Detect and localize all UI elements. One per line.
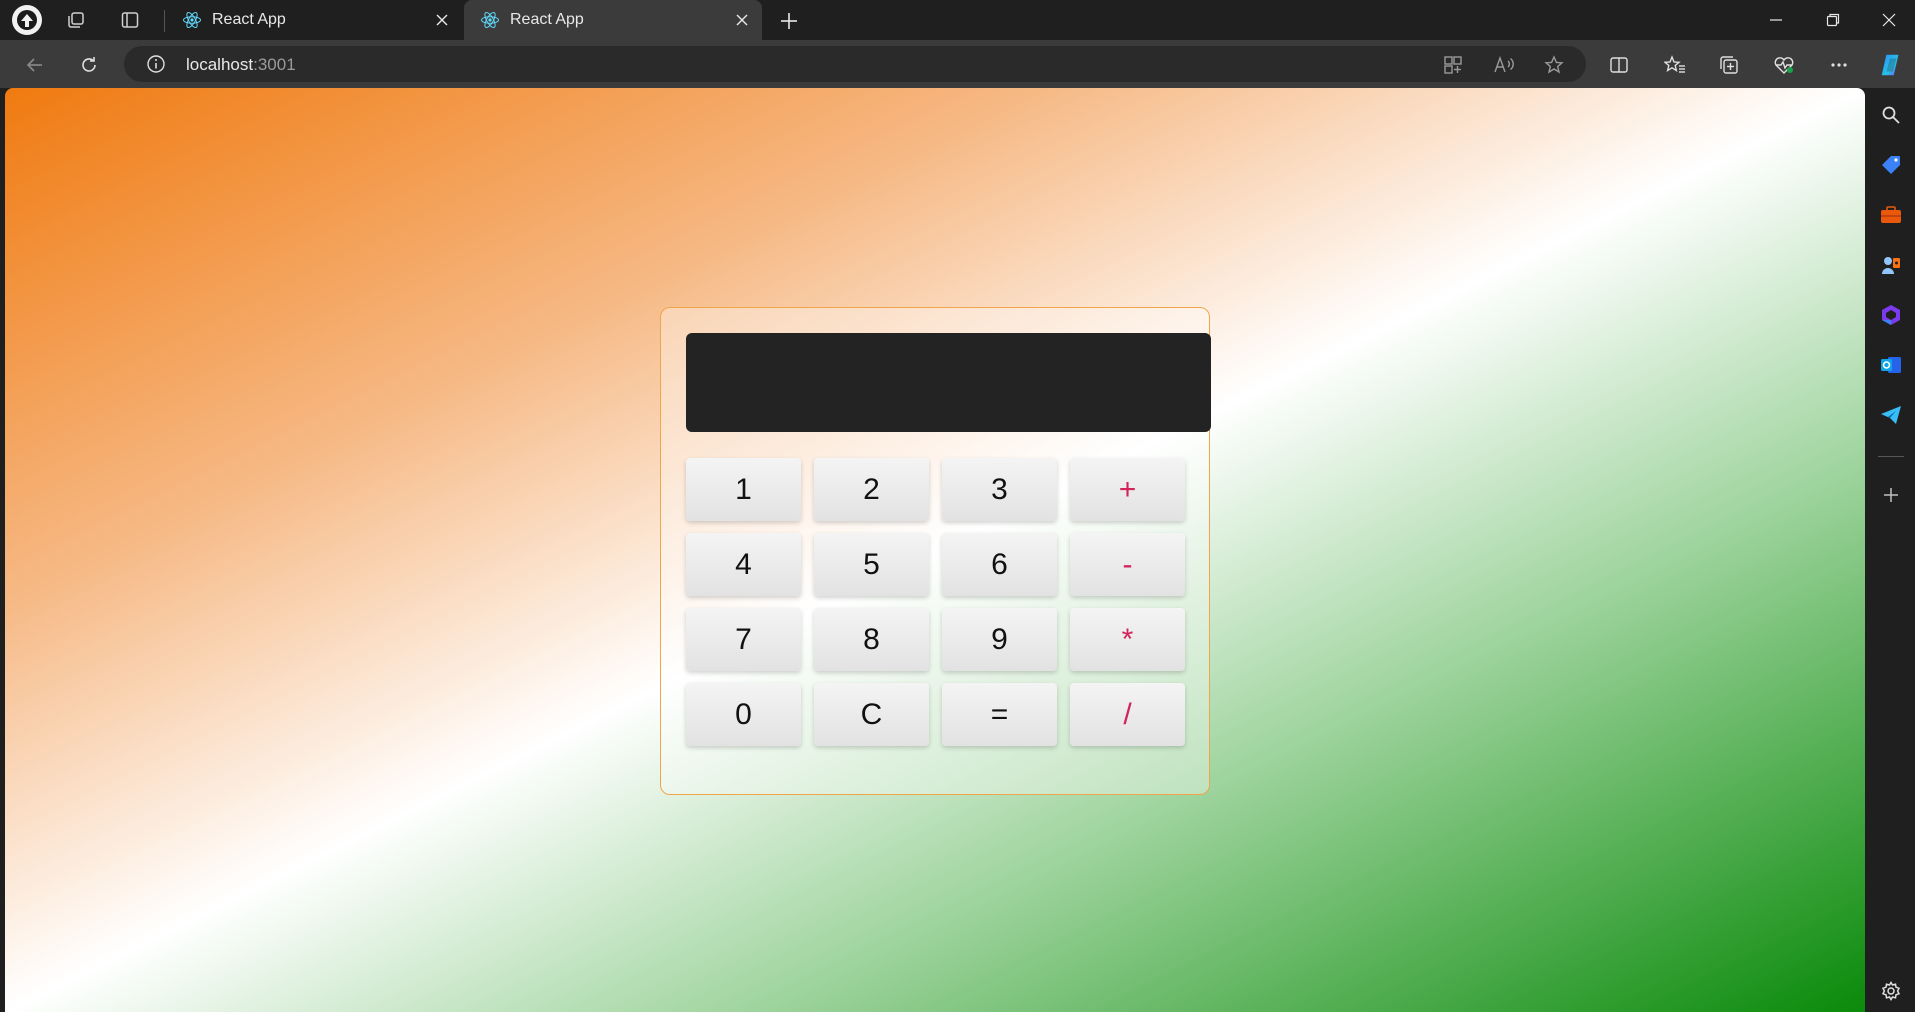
page-viewport: 1 2 3 + 4 5 6 - 7 8 9 * 0 C = /	[5, 88, 1865, 1012]
profile-icon[interactable]	[12, 5, 42, 35]
url-port: :3001	[253, 55, 296, 74]
key-clear[interactable]: C	[814, 683, 929, 746]
workspaces-icon[interactable]	[62, 6, 90, 34]
collections-icon[interactable]	[1716, 52, 1742, 78]
favorites-icon[interactable]	[1662, 52, 1688, 78]
url-host: localhost	[186, 55, 254, 74]
key-3[interactable]: 3	[942, 458, 1057, 521]
refresh-icon[interactable]	[74, 50, 104, 80]
browser-toolbar: localhost:3001	[0, 40, 1915, 88]
key-9[interactable]: 9	[942, 608, 1057, 671]
key-add[interactable]: +	[1070, 458, 1185, 521]
tab-react-app-2[interactable]: React App	[464, 0, 762, 40]
key-1[interactable]: 1	[686, 458, 801, 521]
read-aloud-icon[interactable]	[1493, 54, 1515, 76]
add-icon[interactable]	[1878, 482, 1904, 508]
settings-icon[interactable]	[1878, 978, 1904, 1004]
split-screen-icon[interactable]	[1606, 52, 1632, 78]
react-favicon-icon	[481, 11, 499, 29]
tab-separator	[164, 10, 165, 32]
outlook-icon[interactable]	[1878, 352, 1904, 378]
tab-react-app-1[interactable]: React App	[166, 0, 462, 40]
key-subtract[interactable]: -	[1070, 533, 1185, 596]
sidebar-divider	[1878, 456, 1904, 457]
key-6[interactable]: 6	[942, 533, 1057, 596]
restore-icon[interactable]	[1813, 6, 1853, 34]
app-available-icon[interactable]	[1442, 54, 1464, 76]
key-2[interactable]: 2	[814, 458, 929, 521]
react-favicon-icon	[183, 11, 201, 29]
back-icon[interactable]	[20, 50, 50, 80]
tab-strip: React App React App	[0, 0, 1915, 40]
calculator: 1 2 3 + 4 5 6 - 7 8 9 * 0 C = /	[660, 307, 1211, 795]
info-icon[interactable]	[146, 54, 166, 74]
key-7[interactable]: 7	[686, 608, 801, 671]
edge-sidebar	[1866, 88, 1915, 1012]
tab-title: React App	[212, 11, 286, 28]
games-icon[interactable]	[1878, 252, 1904, 278]
telegram-icon[interactable]	[1878, 402, 1904, 428]
vertical-tabs-icon[interactable]	[116, 6, 144, 34]
close-tab-icon[interactable]	[432, 10, 452, 30]
calculator-display	[686, 333, 1211, 432]
address-bar[interactable]: localhost:3001	[124, 46, 1586, 82]
copilot-icon[interactable]	[1878, 52, 1904, 78]
key-5[interactable]: 5	[814, 533, 929, 596]
favorite-star-icon[interactable]	[1543, 54, 1565, 76]
shopping-tag-icon[interactable]	[1878, 152, 1904, 178]
browser-essentials-icon[interactable]	[1771, 52, 1797, 78]
tab-title: React App	[510, 11, 584, 28]
new-tab-icon[interactable]	[776, 8, 802, 34]
close-window-icon[interactable]	[1869, 6, 1909, 34]
key-equals[interactable]: =	[942, 683, 1057, 746]
microsoft365-icon[interactable]	[1878, 302, 1904, 328]
more-options-icon[interactable]	[1826, 52, 1852, 78]
url-text: localhost:3001	[186, 55, 296, 75]
key-4[interactable]: 4	[686, 533, 801, 596]
key-divide[interactable]: /	[1070, 683, 1185, 746]
tools-briefcase-icon[interactable]	[1878, 202, 1904, 228]
close-tab-icon[interactable]	[732, 10, 752, 30]
search-icon[interactable]	[1878, 102, 1904, 128]
minimize-icon[interactable]	[1756, 6, 1796, 34]
key-0[interactable]: 0	[686, 683, 801, 746]
key-multiply[interactable]: *	[1070, 608, 1185, 671]
key-8[interactable]: 8	[814, 608, 929, 671]
